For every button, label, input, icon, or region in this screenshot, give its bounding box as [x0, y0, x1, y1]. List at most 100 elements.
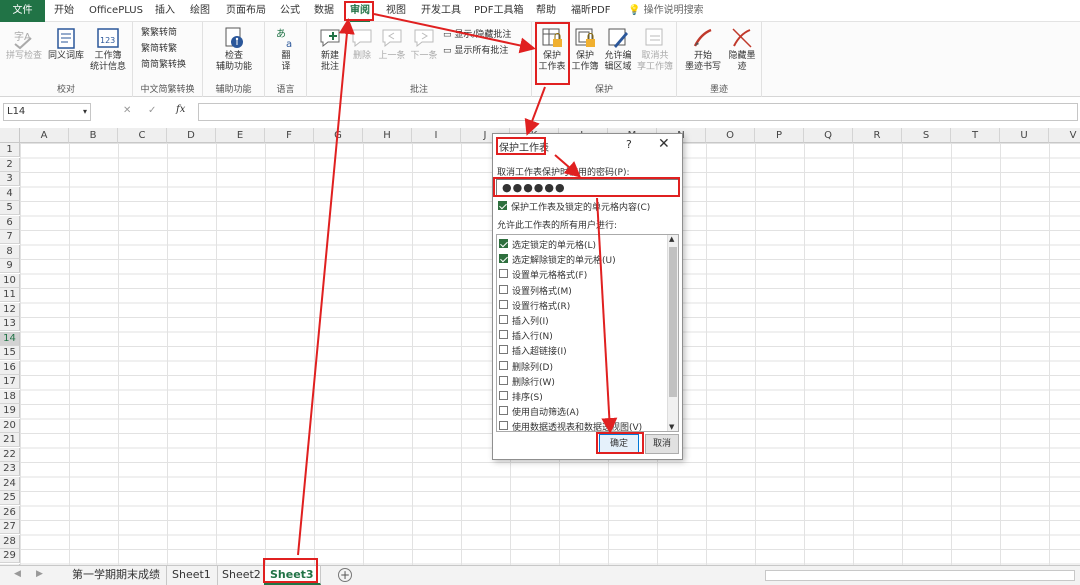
row-header[interactable]: 2: [0, 157, 20, 172]
column-header[interactable]: U: [1000, 128, 1049, 143]
cancel-entry-icon[interactable]: ✕: [123, 105, 131, 116]
sheet-tab[interactable]: Sheet3: [264, 566, 321, 585]
start-inking-button[interactable]: 开始 墨迹书写: [683, 26, 723, 73]
row-header[interactable]: 22: [0, 447, 20, 462]
help-icon[interactable]: ?: [626, 138, 632, 151]
column-header[interactable]: I: [412, 128, 461, 143]
permission-checkbox[interactable]: [499, 315, 508, 324]
add-sheet-button[interactable]: +: [338, 568, 352, 582]
row-header[interactable]: 3: [0, 172, 20, 186]
menu-tab-2[interactable]: OfficePLUS: [89, 0, 143, 22]
column-header[interactable]: T: [951, 128, 1000, 143]
column-header[interactable]: R: [853, 128, 902, 143]
column-header[interactable]: A: [20, 128, 69, 143]
row-header[interactable]: 29: [0, 549, 20, 563]
row-header[interactable]: 23: [0, 462, 20, 476]
t2s-button[interactable]: 繁繁转简: [141, 26, 177, 40]
thesaurus-button[interactable]: 同义词库: [46, 26, 86, 62]
column-header[interactable]: D: [167, 128, 216, 143]
column-header[interactable]: O: [706, 128, 755, 143]
list-scrollbar[interactable]: ▲ ▼: [667, 235, 678, 431]
column-header[interactable]: B: [69, 128, 118, 143]
row-header[interactable]: 6: [0, 215, 20, 230]
row-header[interactable]: 28: [0, 534, 20, 549]
permission-checkbox[interactable]: [499, 254, 508, 264]
row-header[interactable]: 16: [0, 360, 20, 375]
scroll-thumb[interactable]: [669, 247, 677, 397]
column-header[interactable]: Q: [804, 128, 853, 143]
column-header[interactable]: F: [265, 128, 314, 143]
row-header[interactable]: 5: [0, 201, 20, 215]
permission-checkbox[interactable]: [499, 375, 508, 385]
prev-sheet-icon[interactable]: ◀: [14, 569, 21, 579]
row-header[interactable]: 9: [0, 259, 20, 273]
menu-tab-4[interactable]: 绘图: [190, 0, 210, 22]
menu-tab-11[interactable]: PDF工具箱: [474, 0, 523, 22]
scroll-up-icon[interactable]: ▲: [669, 235, 674, 243]
row-header[interactable]: 11: [0, 288, 20, 302]
show-hide-comment-button[interactable]: ▭ 显示/隐藏批注: [443, 28, 511, 42]
prev-comment-button[interactable]: 上一条: [377, 26, 407, 62]
scroll-down-icon[interactable]: ▼: [669, 423, 674, 431]
menu-tab-10[interactable]: 开发工具: [421, 0, 461, 22]
row-header[interactable]: 21: [0, 433, 20, 447]
select-all-corner[interactable]: [0, 128, 20, 143]
column-header[interactable]: E: [216, 128, 265, 143]
protect-sheet-button[interactable]: 保护 工作表: [536, 26, 568, 73]
permission-checkbox[interactable]: [499, 239, 508, 248]
new-comment-button[interactable]: 新建 批注: [313, 26, 347, 73]
sheet-tab[interactable]: 第一学期期末成绩: [66, 566, 167, 585]
s2t-button[interactable]: 繁简转繁: [141, 42, 177, 56]
row-header[interactable]: 7: [0, 230, 20, 244]
row-header[interactable]: 13: [0, 317, 20, 331]
protect-workbook-button[interactable]: 保护 工作簿: [569, 26, 601, 73]
spell-check-button[interactable]: 字A 拼写检查: [6, 26, 42, 62]
column-header[interactable]: P: [755, 128, 804, 143]
column-header[interactable]: S: [902, 128, 951, 143]
menu-tab-0[interactable]: 文件: [0, 0, 45, 22]
permission-checkbox[interactable]: [499, 406, 508, 416]
workbook-stats-button[interactable]: 123 工作簿 统计信息: [88, 26, 128, 73]
row-header[interactable]: 26: [0, 505, 20, 520]
insert-function-icon[interactable]: fx: [176, 104, 185, 115]
translate-button[interactable]: あa 翻 译: [271, 26, 301, 73]
menu-tab-1[interactable]: 开始: [54, 0, 74, 22]
row-header[interactable]: 24: [0, 476, 20, 491]
permission-checkbox[interactable]: [499, 284, 508, 294]
password-input[interactable]: ●●●●●●: [496, 179, 679, 196]
delete-comment-button[interactable]: 删除: [349, 26, 375, 62]
menu-tab-7[interactable]: 数据: [314, 0, 334, 22]
row-header[interactable]: 15: [0, 346, 20, 360]
confirm-entry-icon[interactable]: ✓: [148, 105, 156, 116]
row-header[interactable]: 20: [0, 418, 20, 433]
horizontal-scrollbar[interactable]: [765, 570, 1075, 581]
row-header[interactable]: 25: [0, 491, 20, 505]
protect-checkbox[interactable]: [498, 201, 507, 210]
permission-checkbox[interactable]: [499, 391, 508, 400]
column-header[interactable]: V: [1049, 128, 1080, 143]
permission-checkbox[interactable]: [499, 360, 508, 370]
ok-button[interactable]: 确定: [599, 434, 639, 454]
hide-ink-button[interactable]: 隐藏墨 迹: [725, 26, 759, 73]
check-accessibility-button[interactable]: 检查 辅助功能: [209, 26, 259, 73]
row-header[interactable]: 27: [0, 520, 20, 534]
next-comment-button[interactable]: 下一条: [409, 26, 439, 62]
tell-me-search[interactable]: 💡 操作说明搜索: [628, 0, 704, 22]
menu-tab-6[interactable]: 公式: [280, 0, 300, 22]
row-header[interactable]: 18: [0, 389, 20, 404]
menu-tab-13[interactable]: 福昕PDF: [571, 0, 610, 22]
cancel-button[interactable]: 取消: [645, 434, 679, 454]
row-header[interactable]: 12: [0, 302, 20, 317]
menu-tab-5[interactable]: 页面布局: [226, 0, 266, 22]
permission-checkbox[interactable]: [499, 269, 508, 279]
next-sheet-icon[interactable]: ▶: [36, 569, 43, 579]
permission-checkbox[interactable]: [499, 330, 508, 340]
name-box[interactable]: L14 ▾: [3, 103, 91, 121]
unshare-workbook-button[interactable]: 取消共 享工作簿: [636, 26, 674, 73]
column-header[interactable]: H: [363, 128, 412, 143]
convert-button[interactable]: 简简繁转换: [141, 58, 186, 72]
menu-tab-8[interactable]: 审阅: [350, 0, 370, 22]
row-header[interactable]: 17: [0, 375, 20, 389]
permission-checkbox[interactable]: [499, 299, 508, 309]
menu-tab-12[interactable]: 帮助: [536, 0, 556, 22]
